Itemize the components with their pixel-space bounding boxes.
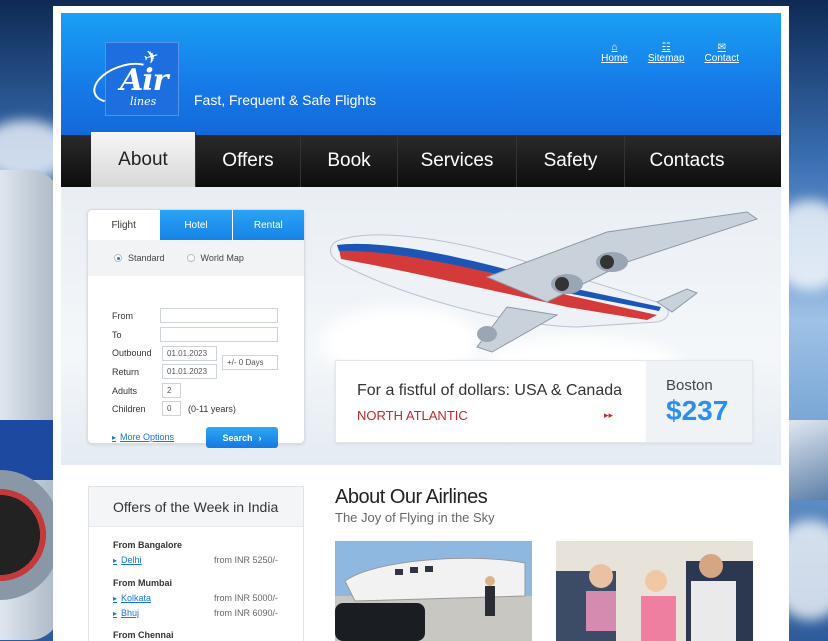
- offers-city-bangalore: From Bangalore: [113, 540, 183, 550]
- promo-city: Boston: [666, 377, 713, 394]
- return-date-input[interactable]: 01.01.2023: [162, 364, 217, 379]
- site-header: ✈ Air lines Fast, Frequent & Safe Flight…: [61, 13, 781, 142]
- booking-form: Flight Hotel Rental Standard World Map F…: [87, 209, 305, 448]
- arrow-right-icon: ▸: [113, 594, 118, 603]
- double-chevron-icon[interactable]: ▸▸: [604, 410, 613, 421]
- nav-item-about[interactable]: About: [91, 132, 196, 187]
- offers-title: Offers of the Week in India: [89, 487, 303, 527]
- return-label: Return: [112, 367, 140, 377]
- promo-card[interactable]: For a fistful of dollars: USA & Canada N…: [335, 360, 753, 443]
- logo-subtext: lines: [130, 95, 157, 108]
- nav-item-contacts[interactable]: Contacts: [625, 135, 749, 187]
- nav-item-book[interactable]: Book: [301, 135, 398, 187]
- sitemap-icon: ☷: [661, 42, 671, 53]
- children-input[interactable]: 0: [162, 401, 181, 416]
- sitemap-link-label: Sitemap: [647, 53, 685, 64]
- offer-link-kolkata-label: Kolkata: [121, 593, 152, 603]
- tagline: Fast, Frequent & Safe Flights: [194, 92, 377, 108]
- offer-link-delhi-label: Delhi: [121, 555, 142, 565]
- contact-link[interactable]: ✉ Contact: [705, 42, 739, 64]
- search-button[interactable]: Search ›: [206, 427, 278, 448]
- page-container: ✈ Air lines Fast, Frequent & Safe Flight…: [53, 6, 789, 641]
- about-title: About Our Airlines: [335, 486, 488, 508]
- promo-price-panel: Boston $237: [646, 361, 752, 442]
- from-input[interactable]: [160, 308, 278, 323]
- offer-link-bhuj[interactable]: ▸ Bhuj: [113, 608, 139, 618]
- booking-tabs: Flight Hotel Rental: [88, 210, 304, 240]
- photo-private-jet: [335, 541, 532, 641]
- offer-price-bhuj: from INR 6090/-: [214, 608, 279, 618]
- to-label: To: [112, 330, 122, 340]
- tab-rental[interactable]: Rental: [231, 210, 304, 240]
- children-label: Children: [112, 404, 146, 414]
- arrow-right-icon: ▸: [113, 556, 118, 565]
- radio-standard-label: Standard: [128, 253, 165, 263]
- more-options-label: More Options: [120, 432, 175, 442]
- days-flex-select[interactable]: +/- 0 Days: [222, 355, 278, 370]
- home-link-label: Home: [601, 53, 628, 64]
- chevron-right-icon: ›: [258, 432, 262, 443]
- outbound-date-input[interactable]: 01.01.2023: [162, 346, 217, 361]
- nav-item-services[interactable]: Services: [398, 135, 517, 187]
- logo-text: Air: [120, 63, 168, 98]
- adults-label: Adults: [112, 386, 138, 396]
- tab-hotel[interactable]: Hotel: [159, 210, 232, 240]
- about-subtitle: The Joy of Flying in the Sky: [335, 510, 495, 525]
- nav-item-safety[interactable]: Safety: [517, 135, 625, 187]
- from-label: From: [112, 311, 133, 321]
- home-link[interactable]: ⌂ Home: [601, 42, 628, 64]
- nav-item-offers[interactable]: Offers: [196, 135, 301, 187]
- hero-banner: Flight Hotel Rental Standard World Map F…: [61, 187, 781, 465]
- promo-price: $237: [666, 395, 729, 426]
- children-age-note: (0-11 years): [188, 404, 236, 414]
- photo-passengers: [556, 541, 753, 641]
- offers-panel: Offers of the Week in India From Bangalo…: [88, 486, 304, 641]
- sitemap-link[interactable]: ☷ Sitemap: [648, 42, 685, 64]
- search-button-label: Search: [222, 432, 253, 443]
- radio-world-map-label: World Map: [200, 253, 244, 263]
- offers-city-mumbai: From Mumbai: [113, 578, 173, 588]
- offer-price-kolkata: from INR 5000/-: [214, 593, 279, 603]
- promo-subtitle: NORTH ATLANTIC: [357, 408, 468, 423]
- contact-link-label: Contact: [704, 53, 739, 64]
- search-mode-radios: Standard World Map: [88, 240, 304, 276]
- logo[interactable]: ✈ Air lines: [87, 42, 179, 116]
- tab-flight[interactable]: Flight: [88, 210, 160, 240]
- arrow-right-icon: ▸: [113, 609, 118, 618]
- offer-link-kolkata[interactable]: ▸ Kolkata: [113, 593, 151, 603]
- arrow-right-icon: ▸: [112, 433, 117, 442]
- offers-city-chennai: From Chennai: [113, 630, 174, 640]
- promo-title: For a fistful of dollars: USA & Canada: [357, 382, 623, 399]
- to-input[interactable]: [160, 327, 278, 342]
- top-links: ⌂ Home ☷ Sitemap ✉ Contact: [601, 42, 739, 64]
- offer-link-bhuj-label: Bhuj: [121, 608, 140, 618]
- radio-standard[interactable]: Standard: [114, 253, 165, 263]
- outbound-label: Outbound: [112, 348, 152, 358]
- mail-icon: ✉: [717, 42, 726, 53]
- adults-input[interactable]: 2: [162, 383, 181, 398]
- home-icon: ⌂: [611, 42, 618, 53]
- hero-airplane-image: [330, 211, 759, 353]
- radio-world-map[interactable]: World Map: [186, 253, 244, 263]
- radio-world-map-dot: [186, 254, 195, 262]
- radio-standard-dot: [114, 254, 122, 262]
- more-options-link[interactable]: ▸ More Options: [112, 432, 174, 442]
- offer-link-delhi[interactable]: ▸ Delhi: [113, 555, 142, 565]
- main-nav: About Offers Book Services Safety Contac…: [61, 132, 781, 187]
- offer-price-delhi: from INR 5250/-: [214, 555, 279, 565]
